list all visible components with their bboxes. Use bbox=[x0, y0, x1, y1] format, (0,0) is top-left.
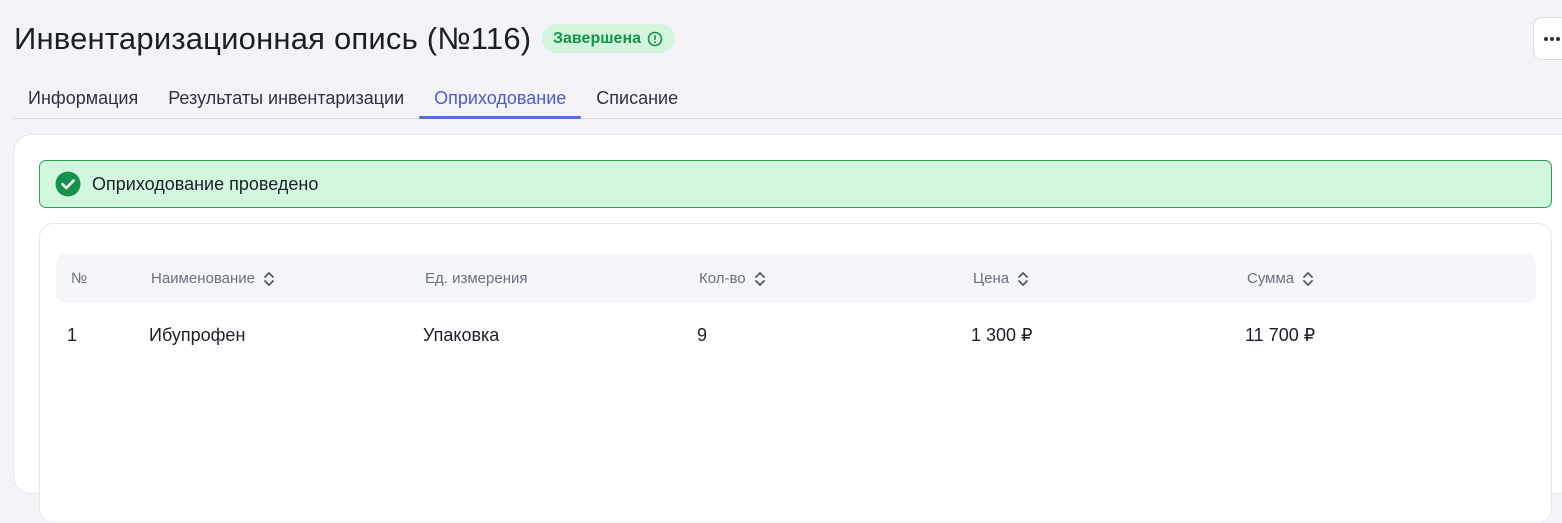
column-header-price[interactable]: Цена bbox=[973, 254, 1029, 303]
column-header-label: Кол-во bbox=[699, 270, 746, 287]
success-alert: Оприходование проведено bbox=[39, 160, 1552, 208]
more-actions-button[interactable] bbox=[1533, 17, 1562, 60]
cell-total: 11 700 ₽ bbox=[1245, 325, 1316, 345]
column-header-number: № bbox=[71, 254, 87, 303]
column-header-label: Наименование bbox=[151, 270, 255, 287]
tab-write-off[interactable]: Списание bbox=[581, 79, 693, 117]
tab-receipt[interactable]: Оприходование bbox=[419, 79, 582, 119]
sort-icon[interactable] bbox=[1302, 270, 1314, 288]
tab-inventory-results[interactable]: Результаты инвентаризации bbox=[153, 79, 419, 117]
column-header-label: Сумма bbox=[1247, 270, 1295, 287]
sort-icon[interactable] bbox=[754, 270, 766, 288]
column-header-label: № bbox=[71, 270, 88, 287]
sort-icon[interactable] bbox=[1017, 270, 1029, 288]
column-header-label: Цена bbox=[973, 270, 1010, 287]
cell-number: 1 bbox=[67, 325, 78, 345]
column-header-name[interactable]: Наименование bbox=[151, 254, 275, 303]
tab-information[interactable]: Информация bbox=[13, 79, 153, 117]
sort-icon[interactable] bbox=[263, 270, 275, 288]
check-circle-icon bbox=[55, 171, 81, 197]
status-badge: Завершена bbox=[542, 24, 676, 53]
alert-message: Оприходование проведено bbox=[92, 173, 319, 194]
column-header-label: Ед. измерения bbox=[425, 270, 528, 287]
status-label: Завершена bbox=[553, 29, 642, 47]
column-header-quantity[interactable]: Кол-во bbox=[699, 254, 766, 303]
info-circle-icon bbox=[647, 31, 663, 46]
cell-quantity: 9 bbox=[697, 325, 708, 345]
cell-unit: Упаковка bbox=[423, 325, 500, 345]
table-header: № Наименование Ед. измерения Кол-во Цена… bbox=[56, 254, 1536, 303]
column-header-unit: Ед. измерения bbox=[425, 254, 527, 303]
cell-price: 1 300 ₽ bbox=[971, 325, 1033, 345]
page-title: Инвентаризационная опись (№116) bbox=[14, 21, 532, 56]
tab-bar: Информация Результаты инвентаризации Опр… bbox=[13, 79, 1562, 119]
more-horizontal-icon bbox=[1544, 36, 1560, 41]
cell-name: Ибупрофен bbox=[149, 325, 246, 345]
column-header-total[interactable]: Сумма bbox=[1247, 254, 1314, 303]
